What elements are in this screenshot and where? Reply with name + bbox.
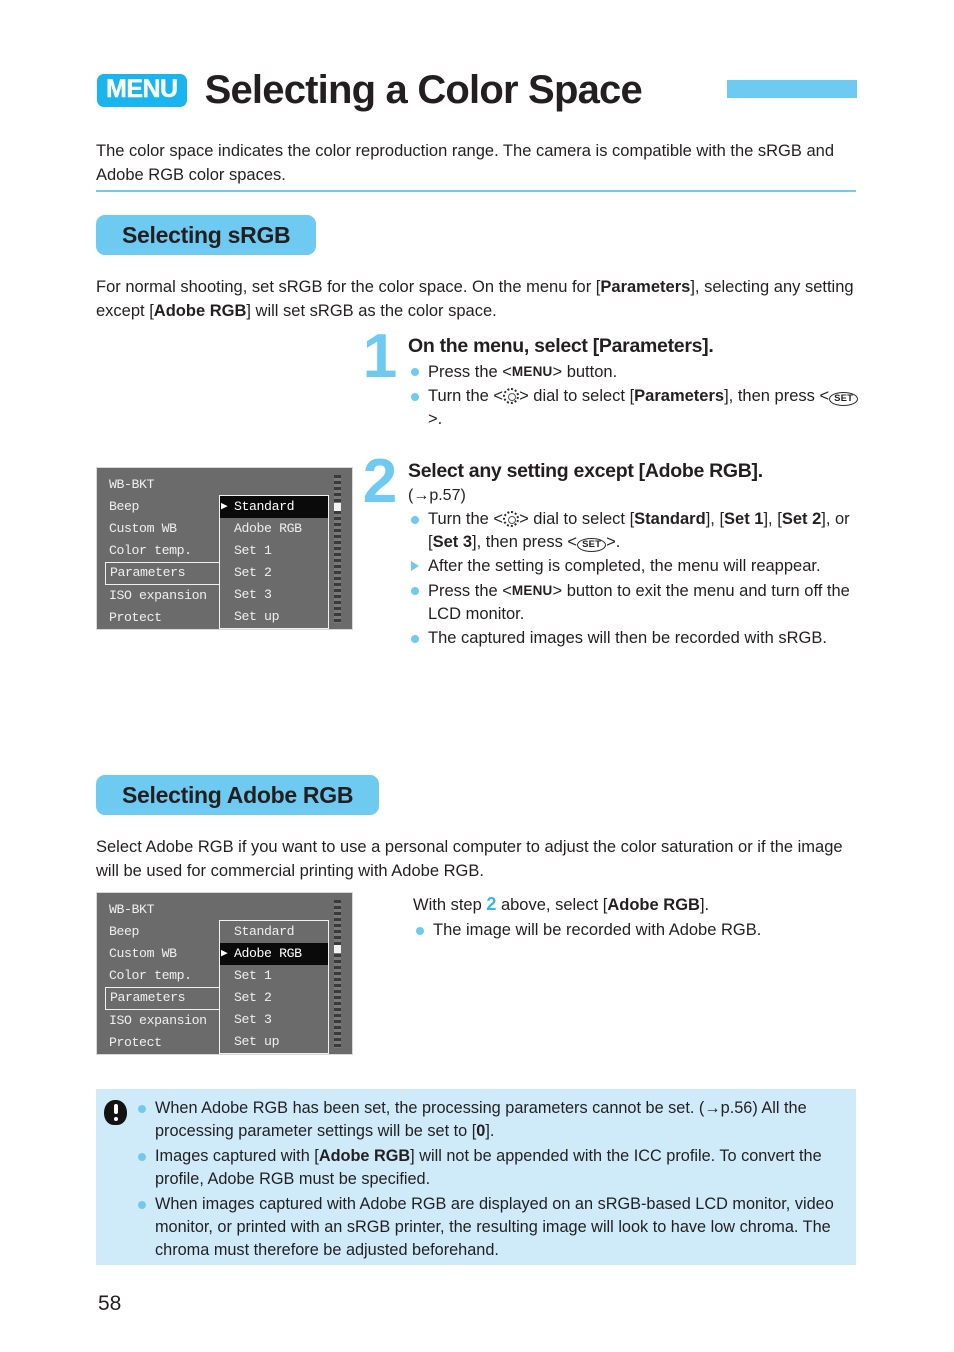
lcd-scrollbar-thumb[interactable]	[334, 945, 341, 953]
lcd-menu-item[interactable]: Color temp.	[105, 965, 227, 987]
lcd-menu-item[interactable]: Beep	[105, 921, 227, 943]
lcd-left-menu: WB-BKT Beep Custom WB Color temp. Parameters…	[105, 899, 227, 1054]
horizontal-rule	[96, 190, 856, 192]
page-title: Selecting a Color Space	[204, 67, 643, 112]
lcd-left-menu: WB-BKT Beep Custom WB Color temp. Parameters…	[105, 474, 227, 629]
lcd-scrollbar[interactable]	[334, 475, 341, 623]
set-button-icon: SET	[577, 538, 607, 552]
menu-button-icon: MENU	[511, 364, 553, 379]
lcd-submenu: StandardAdobe RGBSet 1Set 2Set 3Set up	[219, 495, 329, 629]
list-item: Turn the < > dial to select [Standard], […	[408, 508, 863, 554]
list-item: Images captured with [Adobe RGB] will no…	[136, 1145, 842, 1191]
caution-note-box: When Adobe RGB has been set, the process…	[96, 1089, 856, 1265]
emphasis-text: 0	[476, 1122, 486, 1140]
list-item: Press the <MENU> button to exit the menu…	[408, 579, 863, 626]
set-button-icon: SET	[829, 392, 859, 406]
step-number: 1	[362, 322, 398, 391]
step-reference-number: 2	[486, 894, 497, 914]
step-1: 1 On the menu, select [Parameters]. Pres…	[352, 322, 863, 432]
list-item: The captured images will then be recorde…	[408, 627, 863, 650]
list-item: Turn the < > dial to select [Parameters],…	[408, 385, 863, 431]
adobergb-bullet-list: The image will be recorded with Adobe RG…	[413, 919, 853, 942]
lcd-submenu: StandardAdobe RGBSet 1Set 2Set 3Set up	[219, 920, 329, 1054]
lcd-menu-item-selected[interactable]: Parameters	[105, 987, 227, 1010]
lcd-option[interactable]: Set 2	[220, 987, 328, 1009]
lcd-option[interactable]: Standard	[220, 921, 328, 943]
adobergb-instructions: With step 2 above, select [Adobe RGB]. T…	[413, 892, 853, 943]
step-bullet-list: Press the <MENU> button. Turn the < > dial…	[408, 360, 863, 431]
lcd-menu-item[interactable]: WB-BKT	[105, 474, 227, 496]
menu-button-icon: MENU	[511, 583, 553, 598]
emphasis-text: Set 3	[432, 533, 473, 551]
emphasis-text: Adobe RGB	[607, 896, 700, 914]
lcd-screenshot-standard: WB-BKT Beep Custom WB Color temp. Parameters…	[96, 467, 353, 630]
lcd-menu-item-selected[interactable]: Parameters	[105, 562, 227, 585]
lcd-scrollbar-thumb[interactable]	[334, 503, 341, 511]
step-body: Select any setting except [Adobe RGB]. (…	[408, 455, 863, 651]
step-heading: Select any setting except [Adobe RGB].	[408, 460, 763, 482]
lcd-menu-item[interactable]: ISO expansion	[105, 585, 227, 607]
step-bullet-list: Turn the < > dial to select [Standard], […	[408, 508, 863, 650]
lcd-menu-item[interactable]: Protect	[105, 1032, 227, 1054]
lcd-scrollbar[interactable]	[334, 900, 341, 1048]
lcd-option[interactable]: Set up	[220, 1031, 328, 1053]
lcd-option[interactable]: Set 1	[220, 965, 328, 987]
list-item: After the setting is completed, the menu…	[408, 555, 863, 578]
caution-list: When Adobe RGB has been set, the process…	[136, 1097, 842, 1264]
warning-exclamation-icon	[104, 1100, 128, 1126]
emphasis-text: Standard	[634, 510, 706, 528]
lcd-menu-item[interactable]: Custom WB	[105, 518, 227, 540]
emphasis-text: Parameters	[634, 387, 725, 405]
adobergb-lead-text: With step 2 above, select [Adobe RGB].	[413, 894, 710, 914]
page-number: 58	[98, 1292, 122, 1315]
section-description-srgb: For normal shooting, set sRGB for the co…	[96, 278, 854, 320]
emphasis-text: Adobe RGB	[153, 302, 247, 320]
lcd-option[interactable]: Set 3	[220, 1009, 328, 1031]
list-item: When images captured with Adobe RGB are …	[136, 1193, 842, 1262]
lcd-menu-item[interactable]: WB-BKT	[105, 899, 227, 921]
step-heading: On the menu, select [Parameters].	[408, 335, 714, 357]
lcd-option[interactable]: Adobe RGB	[220, 518, 328, 540]
lcd-menu-item[interactable]: Protect	[105, 607, 227, 629]
list-item: When Adobe RGB has been set, the process…	[136, 1097, 842, 1143]
lcd-option[interactable]: Set up	[220, 606, 328, 628]
step-body: On the menu, select [Parameters]. Press …	[408, 330, 863, 432]
emphasis-text: Set 1	[724, 510, 764, 528]
section-description-adobergb: Select Adobe RGB if you want to use a pe…	[96, 838, 843, 880]
lcd-option-selected[interactable]: Adobe RGB	[220, 943, 328, 965]
lcd-menu-item[interactable]: Beep	[105, 496, 227, 518]
list-item: The image will be recorded with Adobe RG…	[413, 919, 853, 942]
title-accent-bar	[727, 80, 857, 98]
manual-page: MENU Selecting a Color Space The color s…	[0, 0, 954, 1352]
emphasis-text: Set 2	[781, 510, 822, 528]
list-item: Press the <MENU> button.	[408, 360, 863, 384]
quick-control-dial-icon	[503, 388, 520, 404]
lcd-option[interactable]: Set 3	[220, 584, 328, 606]
section-banner-srgb: Selecting sRGB	[96, 215, 317, 255]
step-2: 2 Select any setting except [Adobe RGB].…	[352, 447, 863, 651]
intro-paragraph: The color space indicates the color repr…	[96, 142, 834, 184]
step-page-reference: (→p.57)	[408, 487, 466, 504]
step-number: 2	[362, 447, 398, 516]
lcd-option-selected[interactable]: Standard	[220, 496, 328, 518]
lcd-option[interactable]: Set 2	[220, 562, 328, 584]
lcd-menu-item[interactable]: Color temp.	[105, 540, 227, 562]
lcd-menu-item[interactable]: ISO expansion	[105, 1010, 227, 1032]
emphasis-text: Parameters	[600, 278, 691, 296]
emphasis-text: Adobe RGB	[318, 1147, 411, 1165]
lcd-option[interactable]: Set 1	[220, 540, 328, 562]
menu-badge-icon: MENU	[97, 73, 187, 107]
section-banner-adobergb: Selecting Adobe RGB	[96, 775, 380, 815]
lcd-screenshot-adobergb: WB-BKT Beep Custom WB Color temp. Parameters…	[96, 892, 353, 1055]
lcd-menu-item[interactable]: Custom WB	[105, 943, 227, 965]
quick-control-dial-icon	[503, 511, 520, 527]
